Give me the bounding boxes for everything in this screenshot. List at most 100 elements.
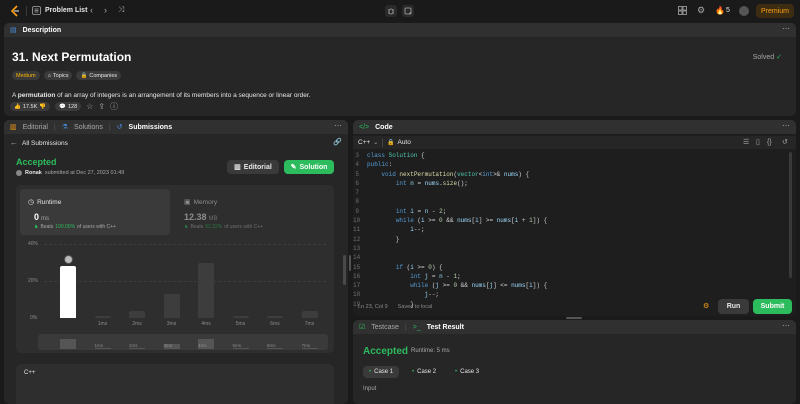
line-number: 9: [355, 207, 359, 215]
test-result-panel: ☑ Testcase | >_ Test Result ⋯ Accepted R…: [353, 320, 796, 404]
lock-icon: 🔒: [80, 72, 88, 79]
tab-code[interactable]: Code: [375, 124, 393, 131]
debug-icon[interactable]: [385, 5, 397, 17]
x-tick-label: 4ms: [201, 321, 211, 327]
chart-bar[interactable]: [60, 266, 76, 318]
line-number: 11: [353, 226, 361, 234]
code-line[interactable]: 7: [353, 189, 783, 198]
line-number: 17: [353, 282, 361, 290]
vertical-splitter[interactable]: [349, 255, 351, 271]
bookmark-icon[interactable]: ▯: [756, 139, 760, 146]
submissions-panel: ▥ Editorial | ⚗ Solutions | ↺ Submission…: [4, 120, 348, 404]
streak-flame-icon[interactable]: 🔥: [715, 6, 725, 15]
problem-list-link[interactable]: Problem List: [45, 7, 87, 14]
tab-description[interactable]: Description: [23, 27, 62, 34]
line-number: 12: [353, 235, 361, 243]
case-tab-2[interactable]: • Case 2: [406, 366, 442, 378]
format-icon[interactable]: ☰: [743, 139, 749, 146]
test-tabs: ☑ Testcase | >_ Test Result: [353, 320, 796, 334]
like-button[interactable]: 👍 17.5K 👎: [10, 102, 51, 111]
code-line[interactable]: 5 void nextPermutation(vector<int>& nums…: [353, 171, 783, 180]
comment-count: 128: [67, 103, 78, 110]
submitted-code-card: C++: [16, 364, 334, 404]
code-line[interactable]: 14: [353, 254, 783, 263]
line-number: 4: [355, 161, 359, 169]
more-icon[interactable]: ⋯: [782, 122, 790, 130]
chart-bar[interactable]: [129, 310, 145, 318]
avatar[interactable]: [739, 6, 749, 16]
code-line[interactable]: 8: [353, 198, 783, 207]
like-count: 17.5K: [22, 103, 38, 110]
code-line[interactable]: 15 if (i >= 0) {: [353, 264, 783, 273]
chart-bar[interactable]: [267, 316, 283, 318]
code-icon: </>: [359, 123, 370, 131]
case-tab-1[interactable]: • Case 1: [363, 366, 400, 378]
autocomplete-mode[interactable]: 🔒 Auto: [387, 139, 411, 146]
premium-button[interactable]: Premium: [756, 4, 794, 18]
mini-bars: 1ms 2ms 3ms 4ms 5ms 6ms 7ms: [38, 334, 328, 350]
chart-bar[interactable]: [163, 293, 180, 318]
x-tick-label: 1ms: [97, 321, 108, 327]
gear-icon[interactable]: ⚙: [697, 6, 705, 15]
code-editor[interactable]: 3 class Solution {4 public: 5 void nextPerm…: [353, 152, 783, 310]
tab-test-result[interactable]: Test Result: [427, 324, 464, 331]
thumbs-down-icon[interactable]: 👎: [39, 104, 46, 110]
code-line[interactable]: 6 int n = nums.size();: [353, 180, 783, 189]
scrollbar[interactable]: [343, 255, 346, 285]
run-label: Run: [726, 303, 741, 310]
code-language: C++: [24, 370, 36, 376]
line-text: j--;: [424, 291, 440, 299]
code-line[interactable]: 16 int j = n - 1;: [353, 273, 783, 282]
line-text: }: [367, 235, 400, 243]
case-tab-3[interactable]: • Case 3: [449, 366, 485, 378]
chart-bar[interactable]: [198, 262, 214, 318]
chart-bar[interactable]: [94, 316, 111, 318]
layout-icon[interactable]: [678, 6, 687, 15]
line-number: 10: [353, 217, 361, 225]
submit-button[interactable]: Submit: [753, 299, 792, 314]
braces-icon[interactable]: {}: [767, 139, 772, 146]
comments-button[interactable]: 💬 128: [55, 102, 82, 111]
code-line[interactable]: 17 while (j >= 0 && nums[j] <= nums[i]) …: [353, 282, 783, 291]
chart-bar[interactable]: [232, 316, 249, 318]
debugger-icon[interactable]: ⚙: [703, 302, 709, 310]
shuffle-icon[interactable]: ⤨: [118, 6, 124, 14]
line-number: 8: [355, 198, 359, 206]
code-line[interactable]: 13: [353, 245, 783, 254]
code-line[interactable]: 4 public:: [353, 161, 783, 170]
help-icon[interactable]: ⓘ: [110, 102, 118, 111]
user-marker-avatar: [63, 255, 73, 265]
code-line[interactable]: 3 class Solution {: [353, 152, 783, 161]
reset-icon[interactable]: ↺: [782, 139, 788, 146]
code-line[interactable]: 11 i--;: [353, 226, 783, 235]
mini-bar: [60, 339, 76, 349]
leetcode-logo-icon[interactable]: [10, 5, 21, 17]
more-icon[interactable]: ⋯: [782, 322, 790, 330]
star-icon[interactable]: ☆: [86, 102, 93, 111]
tab-testcase[interactable]: Testcase: [371, 324, 399, 331]
mini-bar: [267, 348, 283, 349]
topics-button[interactable]: ⌂ Topics: [43, 71, 73, 80]
chevron-left-icon[interactable]: ‹: [90, 6, 93, 15]
notes-icon[interactable]: [402, 5, 414, 17]
tag-row: Medium ⌂ Topics 🔒 Companies: [12, 71, 122, 80]
companies-button[interactable]: 🔒 Companies: [76, 71, 122, 80]
chart-bar[interactable]: [301, 310, 318, 318]
share-icon[interactable]: ⇪: [98, 102, 105, 111]
code-line[interactable]: 12 }: [353, 236, 783, 245]
x-tick-label: 7ms: [304, 321, 315, 327]
code-line[interactable]: 9 int i = n - 2;: [353, 208, 783, 217]
run-button[interactable]: Run: [718, 299, 749, 314]
check-circle-icon: ✓: [776, 54, 782, 61]
language-select[interactable]: C++ ⌄: [358, 139, 378, 146]
code-line[interactable]: 10 while (i >= 0 && nums[i] >= nums[i + …: [353, 217, 783, 226]
chevron-right-icon[interactable]: ›: [104, 6, 107, 15]
x-tick-label: 5ms: [235, 321, 246, 327]
line-number: 6: [355, 179, 359, 187]
list-icon[interactable]: [32, 6, 41, 15]
mini-bar: [232, 348, 249, 349]
submit-label: Submit: [760, 303, 785, 310]
horizontal-splitter[interactable]: [566, 317, 582, 319]
more-icon[interactable]: ⋯: [782, 25, 790, 33]
editor-scrollbar[interactable]: [789, 152, 792, 278]
